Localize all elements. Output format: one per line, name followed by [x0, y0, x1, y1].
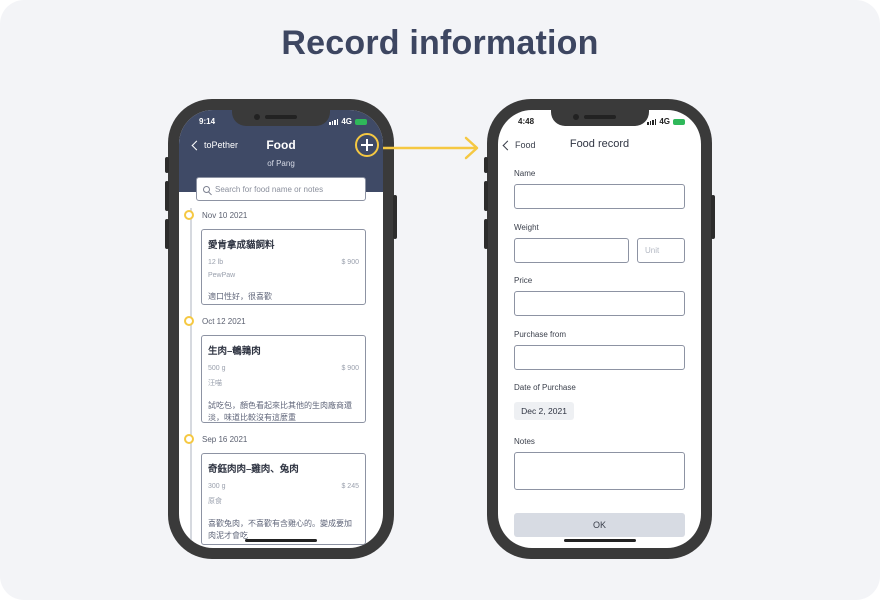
food-qty: 500 g — [208, 365, 226, 372]
signal-icon — [329, 118, 339, 125]
entry-date-label: Nov 10 2021 — [202, 210, 248, 220]
network-label: 4G — [659, 117, 670, 126]
weight-field[interactable] — [514, 238, 629, 263]
arrow-right-icon — [383, 136, 479, 160]
purchase-from-label: Purchase from — [514, 330, 567, 339]
name-label: Name — [514, 169, 536, 178]
status-time: 4:48 — [518, 117, 535, 126]
entry-date-label: Sep 16 2021 — [202, 434, 248, 444]
food-card[interactable]: 愛肯拿成貓飼料 12 lb $ 900 PewPaw 適口性好，很喜歡 — [201, 229, 366, 305]
notes-label: Notes — [514, 437, 535, 446]
food-name: 愛肯拿成貓飼料 — [208, 240, 275, 251]
food-price: $ 900 — [341, 259, 359, 266]
battery-icon — [673, 118, 685, 125]
name-field[interactable] — [514, 184, 685, 209]
price-label: Price — [514, 276, 533, 285]
date-label: Date of Purchase — [514, 383, 576, 392]
ok-button[interactable]: OK — [514, 513, 685, 537]
right-screen: 4:48 4G Food Food record Name Weight Uni… — [498, 110, 701, 548]
status-time: 9:14 — [199, 117, 216, 126]
left-screen: 9:14 4G toPether Food of Pang Search for… — [179, 110, 383, 548]
entry-date: Nov 10 2021 — [184, 210, 247, 220]
nav-subtitle: of Pang — [267, 159, 295, 168]
unit-field[interactable]: Unit — [637, 238, 685, 263]
food-brand: PewPaw — [208, 272, 236, 279]
search-input[interactable]: Search for food name or notes — [196, 177, 366, 201]
food-price: $ 900 — [341, 365, 359, 372]
battery-icon — [355, 118, 367, 125]
food-name: 奇鈺肉肉–雞肉、兔肉 — [208, 464, 299, 475]
home-indicator — [245, 539, 317, 542]
food-price: $ 245 — [341, 483, 359, 490]
page-title: Record information — [281, 24, 599, 62]
home-indicator — [563, 539, 636, 542]
network-label: 4G — [341, 117, 352, 126]
search-icon — [203, 185, 210, 193]
plus-icon[interactable] — [355, 133, 379, 157]
left-phone: 9:14 4G toPether Food of Pang Search for… — [165, 99, 397, 559]
nav-bar: Food Food record — [498, 138, 701, 154]
food-note: 適口性好，很喜歡 — [208, 292, 272, 301]
timeline-dot — [184, 434, 194, 444]
food-brand: 原食 — [208, 498, 222, 505]
food-note: 試吃包，顏色看起來比其他的生肉廠商還淡，味道比較沒有這麼重 — [208, 401, 352, 422]
date-picker[interactable]: Dec 2, 2021 — [514, 402, 574, 420]
nav-title: Food — [266, 138, 296, 152]
search-placeholder: Search for food name or notes — [215, 184, 324, 194]
timeline-line — [190, 208, 192, 548]
weight-label: Weight — [514, 223, 539, 232]
signal-icon — [647, 118, 657, 125]
entry-date-label: Oct 12 2021 — [202, 316, 246, 326]
nav-title: Food record — [569, 138, 630, 150]
notes-field[interactable] — [514, 452, 685, 490]
food-qty: 300 g — [208, 483, 226, 490]
right-phone: 4:48 4G Food Food record Name Weight Uni… — [484, 99, 715, 559]
food-qty: 12 lb — [208, 259, 224, 266]
entry-date: Oct 12 2021 — [184, 316, 246, 326]
purchase-from-field[interactable] — [514, 345, 685, 370]
food-brand: 汪喵 — [208, 380, 222, 387]
canvas: Record information 9:14 4G toPether Food… — [0, 0, 880, 600]
food-name: 生肉–鵪鶉肉 — [208, 346, 261, 357]
timeline-dot — [184, 316, 194, 326]
timeline-dot — [184, 210, 194, 220]
price-field[interactable] — [514, 291, 685, 316]
food-card[interactable]: 奇鈺肉肉–雞肉、兔肉 300 g $ 245 原食 喜歡兔肉，不喜歡有含雞心的。變… — [201, 453, 366, 545]
food-card[interactable]: 生肉–鵪鶉肉 500 g $ 900 汪喵 試吃包，顏色看起來比其他的生肉廠商還淡… — [201, 335, 366, 423]
entry-date: Sep 16 2021 — [184, 434, 247, 444]
